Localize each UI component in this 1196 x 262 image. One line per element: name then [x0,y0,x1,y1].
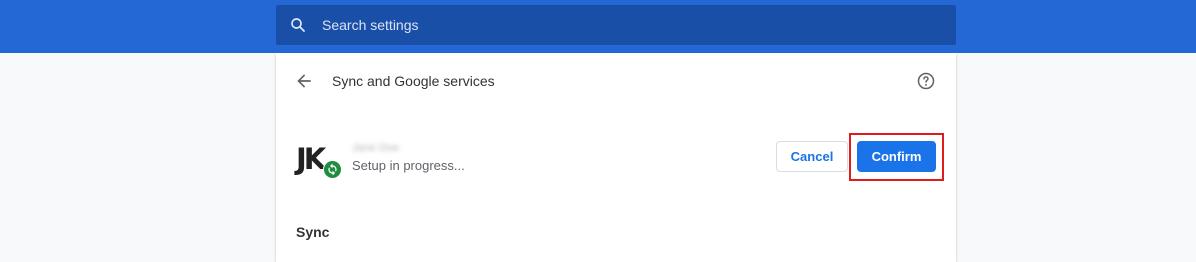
setup-status-text: Setup in progress... [352,158,465,173]
sync-icon [323,160,342,179]
page-title: Sync and Google services [332,73,495,89]
avatar-initials: JK [296,142,326,176]
search-placeholder: Search settings [322,17,419,33]
search-icon [291,18,305,32]
sync-settings-card: Sync and Google services JK Jane Doe Set… [276,53,956,262]
account-name-blurred: Jane Doe [352,142,400,154]
cancel-button[interactable]: Cancel [776,141,848,172]
help-circle-icon[interactable] [916,71,936,91]
confirm-button[interactable]: Confirm [857,141,936,172]
settings-top-bar: Search settings [0,0,1196,53]
search-settings-field[interactable]: Search settings [276,5,956,45]
sync-section-heading: Sync [296,224,330,240]
arrow-left-icon[interactable] [294,71,314,91]
avatar: JK [296,140,342,184]
